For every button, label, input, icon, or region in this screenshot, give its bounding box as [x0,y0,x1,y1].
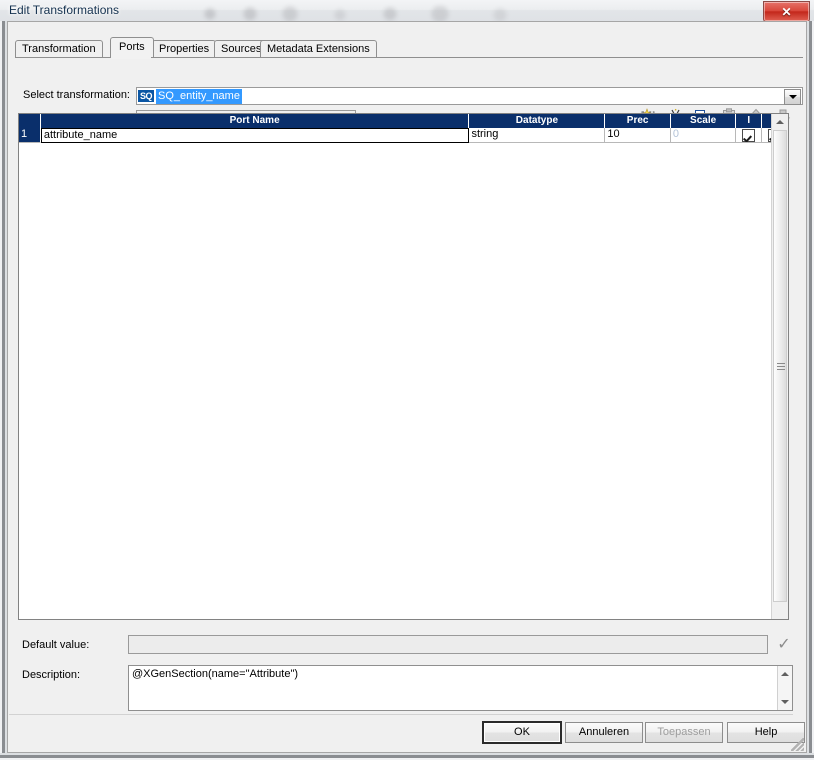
description-label: Description: [22,669,81,681]
checkbox-checked-icon [742,128,756,142]
triangle-up-icon [781,672,789,676]
window-border-left [0,21,7,760]
tab-properties[interactable]: Properties [152,40,217,57]
cell-datatype[interactable]: string [469,128,606,143]
window-border-right [807,21,814,760]
cell-port-name[interactable]: attribute_name [40,128,470,143]
window-border-bottom [0,753,814,760]
triangle-up-icon [776,119,784,124]
row-number: 1 [19,128,41,143]
description-textarea[interactable]: @XGenSection(name="Attribute") [128,665,793,711]
chevron-down-icon [788,95,797,99]
cell-scale[interactable]: 0 [670,128,737,143]
table-row[interactable]: 1 attribute_name string 10 0 [19,128,788,143]
select-transformation-combo[interactable]: SQ SQ_entity_name [136,87,803,105]
scroll-up-button[interactable] [772,114,788,129]
description-scroll-down-button[interactable] [778,696,792,708]
validate-check-icon[interactable]: ✓ [775,636,793,654]
description-scrollbar[interactable] [777,666,792,710]
column-header-datatype[interactable]: Datatype [469,114,606,128]
tab-transformation[interactable]: Transformation [15,40,103,57]
triangle-down-icon [781,700,789,704]
default-value-label: Default value: [22,639,90,651]
column-header-scale[interactable]: Scale [670,114,737,128]
column-header-rownum [19,114,41,128]
apply-button: Toepassen [645,722,723,743]
tab-strip: Transformation Ports Properties Sources … [15,37,803,57]
description-value: @XGenSection(name="Attribute") [132,668,299,680]
description-scroll-up-button[interactable] [778,668,792,680]
edit-transformations-window: Edit Transformations ✕ Transformation Po… [0,0,814,760]
close-button[interactable]: ✕ [763,1,810,21]
footer-separator [9,714,793,715]
title-bar: Edit Transformations ✕ [0,0,814,21]
column-header-port-name[interactable]: Port Name [40,114,470,128]
source-qualifier-icon: SQ [138,90,155,102]
tab-active-notch [111,57,151,59]
scrollbar-thumb[interactable] [773,130,787,602]
select-transformation-value: SQ_entity_name [156,88,242,104]
tab-metadata-extensions[interactable]: Metadata Extensions [260,40,377,57]
combo-dropdown-button[interactable] [784,89,801,105]
ports-grid[interactable]: Port Name Datatype Prec Scale I O 1 attr… [18,113,789,620]
grid-vertical-scrollbar[interactable] [771,114,788,619]
ok-button[interactable]: OK [483,722,561,743]
column-header-input[interactable]: I [736,114,763,128]
cancel-button[interactable]: Annuleren [565,722,643,743]
cell-input-checkbox[interactable] [736,128,763,143]
resize-grip-icon[interactable] [791,738,804,751]
default-value-input[interactable] [128,635,768,654]
column-header-prec[interactable]: Prec [605,114,671,128]
window-title: Edit Transformations [9,3,120,17]
cell-prec[interactable]: 10 [605,128,671,143]
tab-ports[interactable]: Ports [110,37,154,57]
background-blur [180,6,800,21]
select-transformation-label: Select transformation: [23,89,130,101]
close-icon: ✕ [781,4,792,19]
scrollbar-grip-icon [777,363,785,370]
ports-grid-header: Port Name Datatype Prec Scale I O [19,114,788,128]
